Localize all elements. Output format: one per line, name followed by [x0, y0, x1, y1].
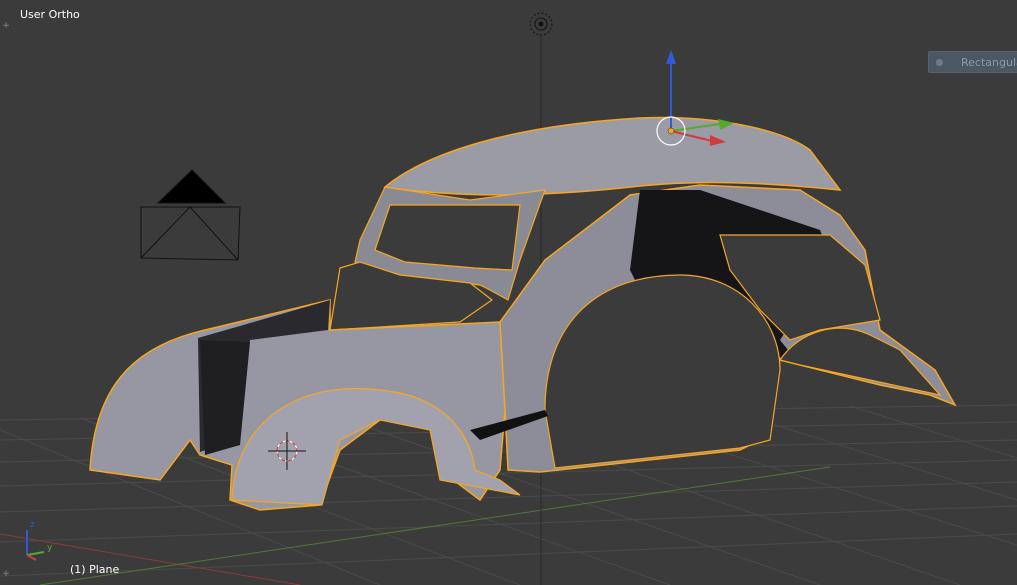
- axis-y-label: y: [47, 543, 53, 553]
- active-object-label: (1) Plane: [70, 563, 120, 576]
- viewport-scene[interactable]: [0, 0, 1017, 585]
- tool-panel-header[interactable]: Rectangular: [928, 51, 1017, 73]
- car-body-mesh[interactable]: [89, 116, 957, 511]
- region-corner-bottom-left[interactable]: +: [2, 570, 10, 579]
- lamp-icon[interactable]: [529, 12, 553, 36]
- camera-icon[interactable]: [140, 169, 241, 261]
- axis-orientation-icon: [26, 530, 45, 561]
- tool-panel-label: Rectangular: [961, 56, 1017, 69]
- axis-z-label: z: [30, 520, 35, 530]
- region-corner-top-left[interactable]: +: [2, 22, 10, 31]
- x-axis-line: [0, 533, 301, 585]
- y-axis-line: [39, 466, 831, 585]
- view-name-label: User Ortho: [20, 8, 80, 21]
- panel-collapse-icon[interactable]: [936, 59, 943, 66]
- 3d-viewport[interactable]: + + User Ortho (1) Plane z y Rectangular: [0, 0, 1017, 585]
- origin-icon: [667, 127, 675, 135]
